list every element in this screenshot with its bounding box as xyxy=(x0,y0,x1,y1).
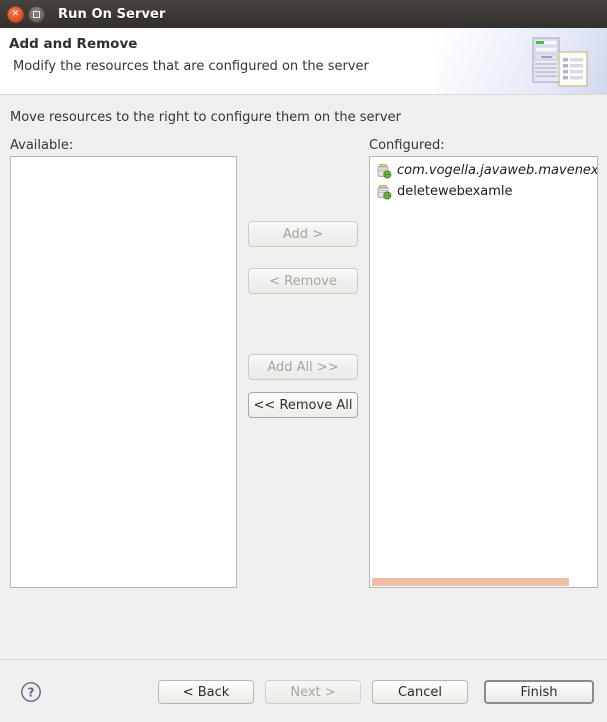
list-item-label: com.vogella.javaweb.mavenex xyxy=(397,162,598,178)
back-button[interactable]: < Back xyxy=(158,680,254,704)
add-all-button-label: Add All >> xyxy=(267,359,339,375)
close-icon[interactable]: ✕ xyxy=(7,5,24,23)
cancel-button[interactable]: Cancel xyxy=(372,680,468,704)
page-title: Add and Remove xyxy=(9,36,138,52)
page-subtitle: Modify the resources that are configured… xyxy=(13,59,369,74)
add-button[interactable]: Add > xyxy=(248,221,358,247)
remove-button[interactable]: < Remove xyxy=(248,268,358,294)
add-button-label: Add > xyxy=(282,226,324,242)
configured-list[interactable]: com.vogella.javaweb.mavenex deletewebexa… xyxy=(369,156,598,588)
configured-horizontal-scrollbar[interactable] xyxy=(370,577,597,587)
dialog-content: Move resources to the right to configure… xyxy=(0,95,607,659)
list-item-label: deletewebexamle xyxy=(397,183,513,199)
server-document-icon xyxy=(532,37,588,87)
help-icon[interactable]: ? xyxy=(20,681,42,703)
back-button-label: < Back xyxy=(182,684,230,700)
title-bar: ✕ Run On Server xyxy=(0,0,607,28)
window-title: Run On Server xyxy=(58,6,166,22)
scrollbar-thumb[interactable] xyxy=(372,578,570,586)
list-item[interactable]: deletewebexamle xyxy=(370,181,597,202)
next-button-label: Next > xyxy=(290,684,336,700)
instruction-text: Move resources to the right to configure… xyxy=(10,110,401,125)
available-list-items xyxy=(11,157,236,160)
remove-all-button[interactable]: << Remove All xyxy=(248,392,358,418)
dialog-footer: ? < Back Next > Cancel Finish xyxy=(0,659,607,722)
list-item[interactable]: com.vogella.javaweb.mavenex xyxy=(370,160,597,181)
finish-button-label: Finish xyxy=(520,684,558,700)
configured-list-items: com.vogella.javaweb.mavenex deletewebexa… xyxy=(370,157,597,202)
maximize-glyph xyxy=(33,10,40,18)
remove-all-button-label: << Remove All xyxy=(253,397,353,413)
run-on-server-dialog: ✕ Run On Server Add and Remove Modify th… xyxy=(0,0,607,722)
finish-button[interactable]: Finish xyxy=(484,680,594,704)
add-all-button[interactable]: Add All >> xyxy=(248,354,358,380)
web-module-icon xyxy=(376,184,392,200)
available-list[interactable] xyxy=(10,156,237,588)
maximize-icon[interactable] xyxy=(28,5,45,23)
available-label: Available: xyxy=(10,138,74,153)
web-module-icon xyxy=(376,163,392,179)
configured-label: Configured: xyxy=(369,138,445,153)
svg-text:?: ? xyxy=(28,685,35,699)
cancel-button-label: Cancel xyxy=(397,684,443,700)
wizard-header: Add and Remove Modify the resources that… xyxy=(0,28,607,95)
next-button[interactable]: Next > xyxy=(265,680,361,704)
close-glyph: ✕ xyxy=(11,8,20,19)
remove-button-label: < Remove xyxy=(269,273,337,289)
